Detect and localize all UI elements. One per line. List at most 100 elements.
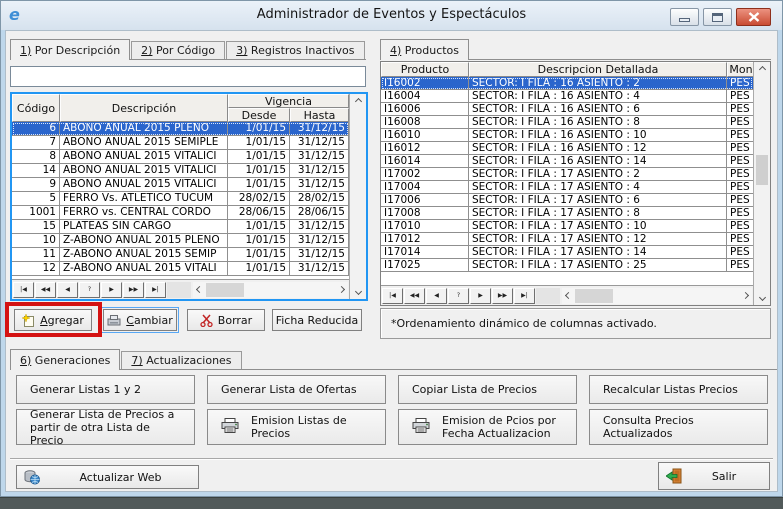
scroll-left-icon[interactable]	[196, 286, 203, 293]
event-cell-desde: 1/01/15	[228, 136, 290, 150]
action-button-generar-lista-de-precios-a-partir-de-otra-lista-de-precio[interactable]: Generar Lista de Precios a partir de otr…	[16, 409, 195, 445]
product-row[interactable]: I17010SECTOR: I FILA : 17 ASIENTO : 10PE…	[381, 220, 753, 233]
scroll-up-button[interactable]	[754, 62, 770, 77]
nav-prior-button[interactable]: ◀	[426, 288, 447, 304]
horizontal-scrollbar[interactable]	[193, 282, 348, 298]
vertical-scrollbar[interactable]	[753, 62, 770, 305]
event-row[interactable]: 11Z-ABONO ANUAL 2015 SEMIP1/01/1531/12/1…	[12, 248, 349, 262]
product-row[interactable]: I16014SECTOR: I FILA : 16 ASIENTO : 14PE…	[381, 155, 753, 168]
scroll-down-button[interactable]	[350, 284, 366, 299]
close-button[interactable]	[736, 8, 771, 26]
action-button-emision-de-pcios-por-fecha-actualizacion[interactable]: Emision de Pcios por Fecha Actualizacion	[398, 409, 577, 445]
action-button-copiar-lista-de-precios[interactable]: Copiar Lista de Precios	[398, 375, 577, 404]
tab-registros-inactivos[interactable]: 3) Registros Inactivos	[226, 41, 364, 59]
borrar-button[interactable]: Borrar	[187, 309, 265, 331]
column-header-moneda[interactable]: Mon	[727, 62, 753, 77]
scrollbar-thumb[interactable]	[575, 289, 613, 303]
nav-next-button[interactable]: ▶	[470, 288, 491, 304]
cambiar-button[interactable]: Cambiar	[103, 309, 177, 331]
product-row[interactable]: I17008SECTOR: I FILA : 17 ASIENTO : 8PES	[381, 207, 753, 220]
scroll-down-button[interactable]	[754, 290, 770, 305]
title-bar[interactable]: e Administrador de Eventos y Espectáculo…	[1, 1, 782, 30]
nav-last-button[interactable]: ▶|	[514, 288, 535, 304]
products-grid[interactable]: Producto Descripcion Detallada Mon I1600…	[380, 61, 771, 306]
left-tab-strip: 1) Por Descripción 2) Por Código 3) Regi…	[10, 39, 366, 60]
scrollbar-track[interactable]	[754, 77, 770, 290]
product-row[interactable]: I17002SECTOR: I FILA : 17 ASIENTO : 2PES	[381, 168, 753, 181]
nav-last-button[interactable]: ▶|	[145, 282, 166, 298]
event-row[interactable]: 6ABONO ANUAL 2015 PLENO1/01/1531/12/15	[12, 122, 349, 136]
event-row[interactable]: 15PLATEAS SIN CARGO1/01/1531/12/15	[12, 220, 349, 234]
action-button-consulta-precios-actualizados[interactable]: Consulta Precios Actualizados	[589, 409, 768, 445]
events-grid[interactable]: Código Descripción Vigencia Desde Hasta …	[10, 92, 368, 301]
product-row[interactable]: I17004SECTOR: I FILA : 17 ASIENTO : 4PES	[381, 181, 753, 194]
event-cell-codigo: 15	[12, 220, 60, 234]
actualizar-web-button[interactable]: Actualizar Web	[16, 465, 199, 489]
nav-first-button[interactable]: |◀	[382, 288, 403, 304]
tab-por-codigo[interactable]: 2) Por Código	[131, 41, 225, 59]
column-header-vigencia[interactable]: Vigencia	[228, 94, 349, 108]
scroll-right-icon[interactable]	[742, 292, 749, 299]
event-row[interactable]: 7ABONO ANUAL 2015 SEMIPLE1/01/1531/12/15	[12, 136, 349, 150]
ficha-reducida-button[interactable]: Ficha Reducida	[272, 309, 362, 331]
product-cell-moneda: PES	[727, 142, 753, 155]
product-row[interactable]: I16010SECTOR: I FILA : 16 ASIENTO : 10PE…	[381, 129, 753, 142]
column-header-producto[interactable]: Producto	[381, 62, 469, 77]
scroll-up-button[interactable]	[350, 94, 366, 109]
nav-prior-page-button[interactable]: ◀◀	[404, 288, 425, 304]
horizontal-scrollbar[interactable]	[562, 288, 752, 304]
column-header-descripcion-detallada[interactable]: Descripcion Detallada	[469, 62, 727, 77]
nav-search-button[interactable]: ?	[79, 282, 100, 298]
event-row[interactable]: 5FERRO Vs. ATLETICO TUCUM28/02/1528/02/1…	[12, 192, 349, 206]
column-header-descripcion[interactable]: Descripción	[60, 94, 228, 122]
scroll-left-icon[interactable]	[565, 292, 572, 299]
product-cell-producto: I16012	[381, 142, 469, 155]
maximize-button[interactable]	[703, 8, 732, 26]
event-row[interactable]: 1001FERRO vs. CENTRAL CORDO28/06/1528/06…	[12, 206, 349, 220]
tab-actualizaciones[interactable]: 7) Actualizaciones	[121, 351, 241, 369]
scrollbar-track[interactable]	[350, 109, 366, 284]
event-row[interactable]: 14ABONO ANUAL 2015 VITALICI1/01/1531/12/…	[12, 164, 349, 178]
description-search-input[interactable]	[10, 66, 366, 87]
event-row[interactable]: 8ABONO ANUAL 2015 VITALICI1/01/1531/12/1…	[12, 150, 349, 164]
event-row[interactable]: 10Z-ABONO ANUAL 2015 PLENO1/01/1531/12/1…	[12, 234, 349, 248]
tab-productos[interactable]: 4) Productos	[380, 39, 469, 60]
action-button-generar-listas-1-y-2[interactable]: Generar Listas 1 y 2	[16, 375, 195, 404]
nav-prior-button[interactable]: ◀	[57, 282, 78, 298]
action-button-generar-lista-de-ofertas[interactable]: Generar Lista de Ofertas	[207, 375, 386, 404]
action-button-emision-listas-de-precios[interactable]: Emision Listas de Precios	[207, 409, 386, 445]
scrollbar-thumb[interactable]	[756, 155, 768, 185]
product-row[interactable]: I17006SECTOR: I FILA : 17 ASIENTO : 6PES	[381, 194, 753, 207]
tab-generaciones[interactable]: 6) Generaciones	[10, 349, 120, 370]
column-header-desde[interactable]: Desde	[228, 108, 290, 122]
column-header-codigo[interactable]: Código	[12, 94, 60, 122]
product-row[interactable]: I16004SECTOR: I FILA : 16 ASIENTO : 4PES	[381, 90, 753, 103]
event-row[interactable]: 9ABONO ANUAL 2015 VITALICI1/01/1531/12/1…	[12, 178, 349, 192]
minimize-button[interactable]	[670, 8, 699, 26]
product-row[interactable]: I17012SECTOR: I FILA : 17 ASIENTO : 12PE…	[381, 233, 753, 246]
event-row[interactable]: 12Z-ABONO ANUAL 2015 VITALI1/01/1531/12/…	[12, 262, 349, 276]
product-row[interactable]: I16002SECTOR: I FILA : 16 ASIENTO : 2PES	[381, 77, 753, 90]
product-cell-descripcion: SECTOR: I FILA : 17 ASIENTO : 10	[469, 220, 727, 233]
nav-next-page-button[interactable]: ▶▶	[123, 282, 144, 298]
product-row[interactable]: I16008SECTOR: I FILA : 16 ASIENTO : 8PES	[381, 116, 753, 129]
product-row[interactable]: I16006SECTOR: I FILA : 16 ASIENTO : 6PES	[381, 103, 753, 116]
nav-search-button[interactable]: ?	[448, 288, 469, 304]
nav-next-page-button[interactable]: ▶▶	[492, 288, 513, 304]
nav-prior-page-button[interactable]: ◀◀	[35, 282, 56, 298]
product-row[interactable]: I17025SECTOR: I FILA : 17 ASIENTO : 25PE…	[381, 259, 753, 272]
vertical-scrollbar[interactable]	[349, 94, 366, 299]
nav-first-button[interactable]: |◀	[13, 282, 34, 298]
scroll-right-icon[interactable]	[338, 286, 345, 293]
nav-next-button[interactable]: ▶	[101, 282, 122, 298]
product-row[interactable]: I16012SECTOR: I FILA : 16 ASIENTO : 12PE…	[381, 142, 753, 155]
column-header-hasta[interactable]: Hasta	[290, 108, 349, 122]
action-button-recalcular-listas-precios[interactable]: Recalcular Listas Precios	[589, 375, 768, 404]
tab-por-descripcion[interactable]: 1) Por Descripción	[10, 39, 130, 60]
product-cell-producto: I17008	[381, 207, 469, 220]
scrollbar-thumb[interactable]	[206, 283, 244, 297]
product-row[interactable]: I17014SECTOR: I FILA : 17 ASIENTO : 14PE…	[381, 246, 753, 259]
salir-button[interactable]: Salir	[658, 462, 770, 490]
tab-label: 4) Productos	[390, 44, 459, 57]
agregar-button[interactable]: Agregar	[14, 309, 92, 331]
